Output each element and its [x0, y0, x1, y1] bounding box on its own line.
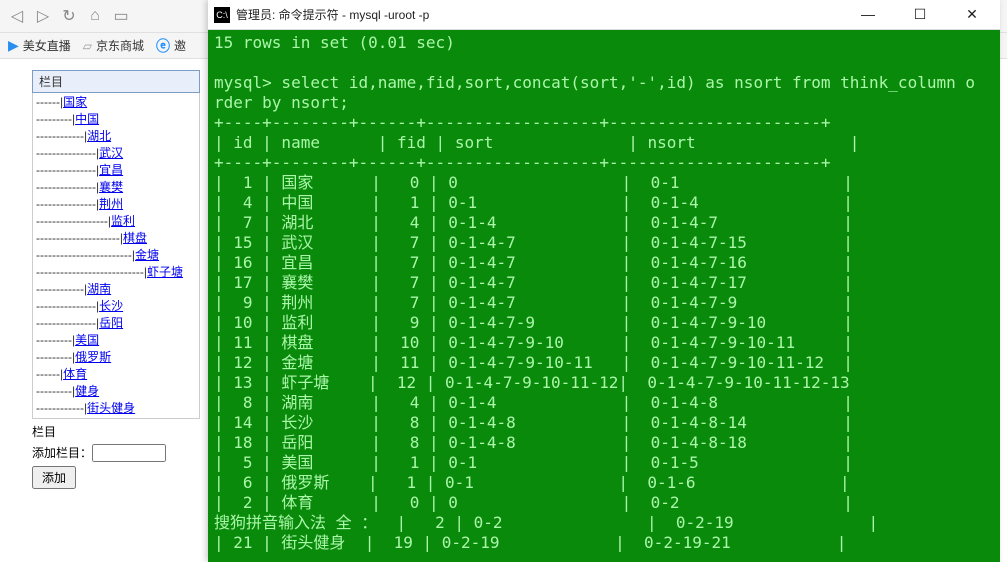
add-label: 添加栏目：	[32, 446, 92, 460]
tree-link[interactable]: 俄罗斯	[75, 350, 111, 364]
tree-link[interactable]: 岳阳	[99, 316, 123, 330]
tree-link[interactable]: 湖南	[87, 282, 111, 296]
tree-item[interactable]: ---------|美国	[36, 332, 196, 349]
tree-link[interactable]: 湖北	[87, 129, 111, 143]
add-input[interactable]	[92, 444, 166, 462]
tree-item[interactable]: ------|体育	[36, 366, 196, 383]
tree-link[interactable]: 街头健身	[87, 401, 135, 415]
tree-link[interactable]: 体育	[63, 367, 87, 381]
add-button[interactable]: 添加	[32, 466, 76, 489]
tree-item[interactable]: ---------|健身	[36, 383, 196, 400]
tree-item[interactable]: ---------------|荆州	[36, 196, 196, 213]
doc-icon: ▱	[83, 39, 92, 53]
home-button[interactable]: ⌂	[82, 3, 108, 29]
tree-item[interactable]: ---------------|岳阳	[36, 315, 196, 332]
play-icon: ▶	[8, 37, 19, 54]
label-col: 栏目	[32, 423, 200, 440]
close-button[interactable]: ✕	[950, 6, 994, 23]
forward-button[interactable]: ▷	[30, 3, 56, 29]
tree-link[interactable]: 长沙	[99, 299, 123, 313]
tree-item[interactable]: ---------------------------|虾子塘	[36, 264, 196, 281]
tree-link[interactable]: 襄樊	[99, 180, 123, 194]
tree-item[interactable]: ---------------|长沙	[36, 298, 196, 315]
panel-title: 栏目	[32, 70, 200, 93]
minimize-button[interactable]: —	[846, 6, 890, 23]
tree-link[interactable]: 武汉	[99, 146, 123, 160]
tree-link[interactable]: 金塘	[135, 248, 159, 262]
tree-item[interactable]: ------------|湖北	[36, 128, 196, 145]
bookmark-label: 美女直播	[23, 37, 71, 54]
maximize-button[interactable]: ☐	[898, 6, 942, 23]
tree-item[interactable]: ------------------|监利	[36, 213, 196, 230]
terminal-titlebar[interactable]: C:\ 管理员: 命令提示符 - mysql -uroot -p — ☐ ✕	[208, 0, 1000, 30]
tree-item[interactable]: ------------|街头健身	[36, 400, 196, 417]
terminal-title-text: 管理员: 命令提示符 - mysql -uroot -p	[236, 6, 846, 23]
tree-link[interactable]: 荆州	[99, 197, 123, 211]
bookmark-label: 京东商城	[96, 37, 144, 54]
tree-link[interactable]: 美国	[75, 333, 99, 347]
tree-item[interactable]: ---------|中国	[36, 111, 196, 128]
tree-item[interactable]: ---------------|襄樊	[36, 179, 196, 196]
bookmark-label: 邀	[174, 37, 186, 54]
tree-item[interactable]: ------------------------|金塘	[36, 247, 196, 264]
cmd-icon: C:\	[214, 7, 230, 23]
tree-item[interactable]: ------|国家	[36, 94, 196, 111]
bookmark-beauty-live[interactable]: ▶ 美女直播	[8, 37, 71, 54]
tree-link[interactable]: 宜昌	[99, 163, 123, 177]
tree-link[interactable]: 棋盘	[123, 231, 147, 245]
tree-item[interactable]: ---------------------|棋盘	[36, 230, 196, 247]
tree-link[interactable]: 监利	[111, 214, 135, 228]
tree-item[interactable]: ---------------|宜昌	[36, 162, 196, 179]
add-row: 添加栏目：	[32, 444, 200, 462]
window-controls: — ☐ ✕	[846, 6, 994, 23]
reload-button[interactable]: ↻	[56, 3, 82, 29]
ie-icon: ⓔ	[156, 36, 170, 56]
tree-item[interactable]: ---------------|武汉	[36, 145, 196, 162]
bookmark-jd[interactable]: ▱ 京东商城	[83, 37, 144, 54]
tree-link[interactable]: 国家	[63, 95, 87, 109]
bookmark-ie[interactable]: ⓔ 邀	[156, 36, 186, 56]
bookmark-toggle[interactable]: ▭	[108, 3, 134, 29]
tree-link[interactable]: 虾子塘	[147, 265, 183, 279]
tree-link[interactable]: 中国	[75, 112, 99, 126]
tree-item[interactable]: ------------|湖南	[36, 281, 196, 298]
terminal-body[interactable]: 15 rows in set (0.01 sec) mysql> select …	[208, 30, 1000, 562]
category-tree: ------|国家---------|中国------------|湖北----…	[32, 93, 200, 419]
back-button[interactable]: ◁	[4, 3, 30, 29]
tree-item[interactable]: ---------|俄罗斯	[36, 349, 196, 366]
category-panel: 栏目 ------|国家---------|中国------------|湖北-…	[32, 70, 200, 489]
tree-link[interactable]: 健身	[75, 384, 99, 398]
terminal-window: C:\ 管理员: 命令提示符 - mysql -uroot -p — ☐ ✕ 1…	[208, 0, 1000, 562]
